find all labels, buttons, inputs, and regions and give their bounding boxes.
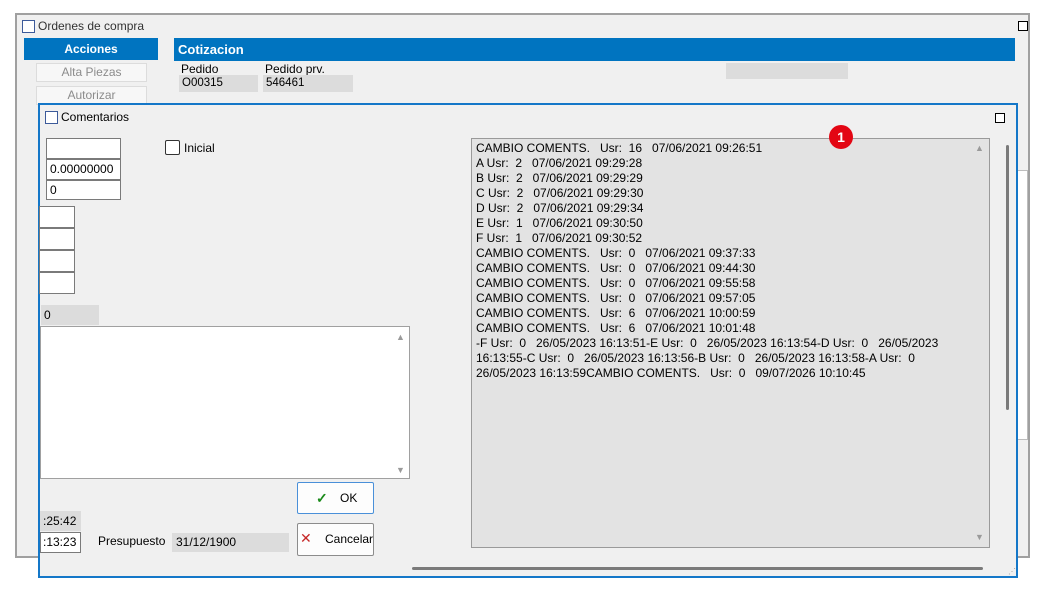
dialog-title: Comentarios [61,110,130,124]
small-field[interactable] [39,228,75,250]
small-field[interactable] [39,272,75,294]
alta-piezas-button[interactable]: Alta Piezas [36,63,147,82]
time-input[interactable]: :13:23 [40,532,81,553]
checkmark-icon: ✓ [316,490,328,506]
resize-grip-icon[interactable]: ⋰ [1008,568,1016,576]
pedido-prv-label: Pedido prv. [265,62,325,76]
text-field[interactable] [46,138,121,159]
window-title: Ordenes de compra [38,19,145,33]
log-text: CAMBIO COMENTS. Usr: 16 07/06/2021 09:26… [476,141,939,380]
small-field[interactable] [39,206,75,228]
horizontal-scrollbar[interactable] [412,567,983,570]
maximize-icon[interactable] [995,113,1005,123]
pedido-label: Pedido [181,62,219,76]
maximize-icon[interactable] [1018,21,1028,31]
scroll-down-icon[interactable]: ▼ [975,533,984,542]
time-field: :25:42 [40,511,81,531]
number-field[interactable]: 0 [46,180,121,200]
notification-badge: 1 [829,125,853,149]
actions-header: Acciones [24,38,158,60]
dialog-icon [45,111,58,124]
comment-textarea[interactable] [40,326,410,479]
scroll-up-icon[interactable]: ▲ [396,333,405,342]
section-header: Cotizacion [174,38,1015,61]
scroll-up-icon[interactable]: ▲ [975,144,984,153]
vertical-scrollbar[interactable] [1006,145,1009,410]
pedido-prv-value: 546461 [263,75,353,92]
readonly-value: 0 [41,305,99,325]
cancel-label: Cancelar [325,532,374,546]
inicial-checkbox[interactable] [165,140,180,155]
window-icon [22,20,35,33]
readonly-field [726,63,848,79]
amount-field[interactable]: 0.00000000 [46,159,121,180]
small-field[interactable] [39,250,75,272]
pedido-value: O00315 [179,75,258,92]
close-icon: ✕ [300,530,312,546]
ok-button[interactable] [297,482,374,514]
presupuesto-value: 31/12/1900 [172,533,289,552]
presupuesto-label: Presupuesto [98,534,166,548]
inicial-label: Inicial [184,141,215,155]
ok-label: OK [340,491,358,505]
scroll-down-icon[interactable]: ▼ [396,466,405,475]
